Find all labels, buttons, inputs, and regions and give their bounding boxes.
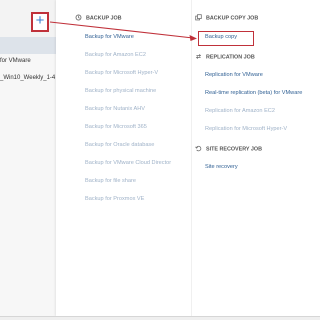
backup-vcd-item: Backup for VMware Cloud Director — [85, 160, 172, 166]
backup-file-share-item: Backup for file share — [85, 178, 136, 184]
backup-vmware-item[interactable]: Backup for VMware — [85, 34, 134, 40]
replication-hyperv-item: Replication for Microsoft Hyper-V — [205, 126, 288, 132]
create-job-menu — [56, 0, 320, 316]
menu-column-divider — [191, 0, 192, 316]
replication-vmware-item[interactable]: Replication for VMware — [205, 72, 263, 78]
backup-proxmox-item: Backup for Proxmox VE — [85, 196, 145, 202]
backup-job-icon — [75, 14, 82, 21]
backup-copy-item[interactable]: Backup copy — [205, 34, 237, 40]
backup-oracle-item: Backup for Oracle database — [85, 142, 155, 148]
plus-icon: + — [35, 12, 45, 29]
site-recovery-icon — [195, 145, 202, 152]
selected-job-row[interactable] — [0, 37, 56, 54]
backup-copy-job-title: BACKUP COPY JOB — [206, 15, 259, 22]
job-list-item[interactable]: for VMware — [0, 58, 31, 64]
replication-icon — [195, 54, 202, 59]
backup-physical-item: Backup for physical machine — [85, 88, 157, 94]
site-recovery-item[interactable]: Site recovery — [205, 164, 238, 170]
backup-copy-icon — [195, 14, 202, 21]
site-recovery-job-header: SITE RECOVERY JOB — [195, 145, 262, 153]
backup-amazon-ec2-item: Backup for Amazon EC2 — [85, 52, 146, 58]
backup-job-header: BACKUP JOB — [75, 14, 122, 22]
job-list-item[interactable]: _Win10_Weekly_1-4 — [0, 75, 55, 81]
backup-job-title: BACKUP JOB — [86, 15, 122, 22]
backup-m365-item: Backup for Microsoft 365 — [85, 124, 147, 130]
replication-ec2-item: Replication for Amazon EC2 — [205, 108, 275, 114]
backup-copy-job-header: BACKUP COPY JOB — [195, 14, 258, 22]
job-list-panel: + for VMware _Win10_Weekly_1-4 — [0, 0, 56, 320]
replication-job-title: REPLICATION JOB — [206, 54, 255, 61]
site-recovery-job-title: SITE RECOVERY JOB — [206, 146, 263, 153]
backup-hyperv-item: Backup for Microsoft Hyper-V — [85, 70, 159, 76]
realtime-replication-item[interactable]: Real-time replication (beta) for VMware — [205, 90, 302, 96]
backup-nutanix-item: Backup for Nutanix AHV — [85, 106, 146, 112]
replication-job-header: REPLICATION JOB — [195, 53, 255, 61]
add-job-button[interactable]: + — [31, 12, 49, 32]
